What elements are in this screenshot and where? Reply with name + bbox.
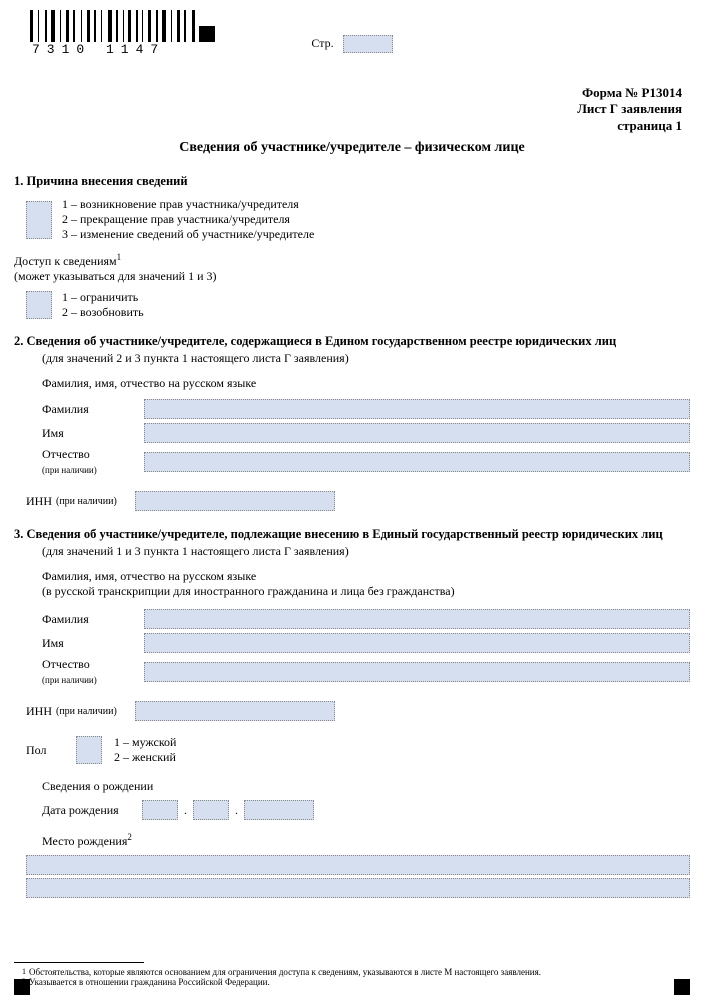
reason-opt2: 2 – прекращение прав участника/учредител… — [62, 212, 314, 227]
access-opt1: 1 – ограничить — [62, 290, 144, 305]
s3-patronymic-label: Отчество — [42, 657, 90, 671]
page-title: Сведения об участнике/учредителе – физич… — [14, 140, 690, 156]
access-opt2: 2 – возобновить — [62, 305, 144, 320]
birth-month-field[interactable] — [193, 800, 229, 820]
birth-place-label: Место рождения — [42, 834, 127, 848]
s3-inn-label: ИНН — [26, 704, 52, 719]
birth-place-field-1[interactable] — [26, 855, 690, 875]
section3-fio-note: (в русской транскрипции для иностранного… — [42, 584, 690, 599]
access-heading: Доступ к сведениям — [14, 254, 117, 268]
gender-opt1: 1 – мужской — [114, 735, 176, 750]
s3-name-label: Имя — [42, 636, 144, 651]
s2-inn-note: (при наличии) — [56, 496, 117, 507]
gender-label: Пол — [26, 743, 66, 758]
section1-heading: 1. Причина внесения сведений — [14, 174, 690, 189]
sheet-label: Лист Г заявления — [577, 101, 682, 117]
s3-inn-field[interactable] — [135, 701, 335, 721]
s2-patronymic-note: (при наличии) — [42, 465, 97, 475]
s2-patronymic-field[interactable] — [144, 452, 690, 472]
marker-square-bl — [14, 979, 30, 995]
section3-heading: 3. Сведения об участнике/учредителе, под… — [14, 527, 690, 542]
s2-inn-field[interactable] — [135, 491, 335, 511]
s3-patronymic-note: (при наличии) — [42, 675, 97, 685]
s3-surname-label: Фамилия — [42, 612, 144, 627]
reason-code-field[interactable] — [26, 201, 52, 239]
form-code: Форма № Р13014 — [577, 85, 682, 101]
access-note: (может указываться для значений 1 и 3) — [14, 269, 690, 284]
birth-day-field[interactable] — [142, 800, 178, 820]
section2-note: (для значений 2 и 3 пункта 1 настоящего … — [42, 351, 690, 366]
page-label: Стр. — [311, 36, 333, 50]
birth-year-field[interactable] — [244, 800, 314, 820]
s2-name-field[interactable] — [144, 423, 690, 443]
s3-patronymic-field[interactable] — [144, 662, 690, 682]
s2-surname-label: Фамилия — [42, 402, 144, 417]
reason-opt3: 3 – изменение сведений об участнике/учре… — [62, 227, 314, 242]
section3-fio-label: Фамилия, имя, отчество на русском языке — [42, 569, 690, 584]
section2-fio-label: Фамилия, имя, отчество на русском языке — [42, 376, 690, 391]
s3-name-field[interactable] — [144, 633, 690, 653]
page-number-field[interactable] — [343, 35, 393, 53]
reason-opt1: 1 – возникновение прав участника/учредит… — [62, 197, 314, 212]
section2-heading: 2. Сведения об участнике/учредителе, сод… — [14, 334, 690, 349]
footnote-1: Обстоятельства, которые являются основан… — [29, 967, 541, 977]
birth-heading: Сведения о рождении — [42, 779, 690, 794]
access-sup: 1 — [117, 252, 122, 262]
s2-surname-field[interactable] — [144, 399, 690, 419]
page-of: страница 1 — [577, 118, 682, 134]
s2-patronymic-label: Отчество — [42, 447, 90, 461]
s2-name-label: Имя — [42, 426, 144, 441]
access-code-field[interactable] — [26, 291, 52, 319]
birth-date-label: Дата рождения — [42, 803, 142, 818]
form-header: Форма № Р13014 Лист Г заявления страница… — [577, 85, 682, 134]
birth-place-sup: 2 — [127, 832, 132, 842]
marker-square-br — [674, 979, 690, 995]
gender-field[interactable] — [76, 736, 102, 764]
s2-inn-label: ИНН — [26, 494, 52, 509]
gender-opt2: 2 – женский — [114, 750, 176, 765]
birth-place-field-2[interactable] — [26, 878, 690, 898]
s3-inn-note: (при наличии) — [56, 706, 117, 717]
section3-note: (для значений 1 и 3 пункта 1 настоящего … — [42, 544, 690, 559]
s3-surname-field[interactable] — [144, 609, 690, 629]
footnote-2: Указывается в отношении гражданина Росси… — [29, 977, 270, 987]
footnotes: 1Обстоятельства, которые являются основа… — [14, 962, 690, 987]
